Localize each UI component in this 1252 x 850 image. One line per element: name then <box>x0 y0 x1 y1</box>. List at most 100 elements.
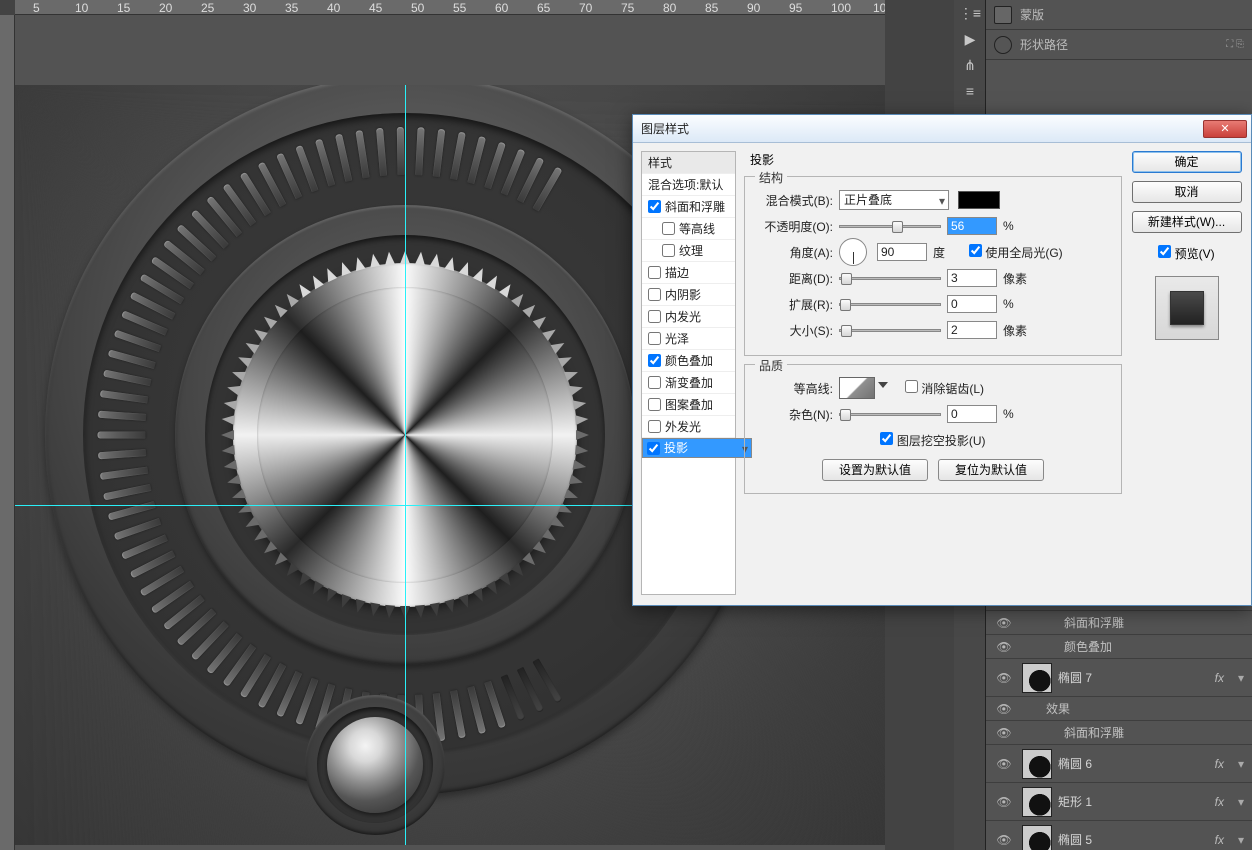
layer-style-dialog: 图层样式 ✕ 样式 混合选项:默认 斜面和浮雕 等高线 纹理 描边 内阴影 内发… <box>632 114 1252 606</box>
layer-row[interactable]: 👁椭圆 5fx▾ <box>986 820 1252 850</box>
style-stroke[interactable]: 描边 <box>642 262 735 284</box>
ok-button[interactable]: 确定 <box>1132 151 1242 173</box>
link-icon[interactable]: ⛶ ⎘ <box>1226 39 1244 50</box>
size-input[interactable]: 2 <box>947 321 997 339</box>
styles-list: 样式 混合选项:默认 斜面和浮雕 等高线 纹理 描边 内阴影 内发光 光泽 颜色… <box>641 151 736 595</box>
layer-name: 椭圆 7 <box>1058 669 1092 686</box>
style-color-overlay[interactable]: 颜色叠加 <box>642 350 735 372</box>
contour-checkbox[interactable] <box>662 222 675 235</box>
shape-path-row[interactable]: 形状路径 ⛶ ⎘ <box>986 30 1252 60</box>
layer-bevel-row[interactable]: 👁斜面和浮雕 <box>986 720 1252 744</box>
mask-label: 蒙版 <box>1020 6 1044 23</box>
fx-badge[interactable]: fx <box>1215 795 1224 809</box>
inner-glow-checkbox[interactable] <box>648 310 661 323</box>
guide-vertical[interactable] <box>405 85 406 845</box>
dialog-titlebar[interactable]: 图层样式 ✕ <box>633 115 1251 143</box>
distance-slider[interactable] <box>839 277 941 280</box>
layer-effects-row[interactable]: 👁效果 <box>986 696 1252 720</box>
style-pattern-overlay[interactable]: 图案叠加 <box>642 394 735 416</box>
close-button[interactable]: ✕ <box>1203 120 1247 138</box>
antialias-checkbox[interactable]: 消除锯齿(L) <box>905 380 984 397</box>
shadow-color-swatch[interactable] <box>958 191 1000 209</box>
layer-thumb <box>1022 749 1052 779</box>
opacity-input[interactable]: 56 <box>947 217 997 235</box>
reset-default-button[interactable]: 复位为默认值 <box>938 459 1044 481</box>
shape-icon <box>994 36 1012 54</box>
visibility-icon[interactable]: 👁 <box>992 833 1016 847</box>
panel-icon[interactable]: ⋮≡ <box>954 0 986 26</box>
contour-picker[interactable] <box>839 377 875 399</box>
dialog-title: 图层样式 <box>641 120 689 137</box>
brush-icon[interactable]: ⋔ <box>954 52 986 78</box>
blend-mode-select[interactable]: 正片叠底 <box>839 190 949 210</box>
cancel-button[interactable]: 取消 <box>1132 181 1242 203</box>
angle-unit: 度 <box>933 244 963 261</box>
style-texture[interactable]: 纹理 <box>642 240 735 262</box>
size-slider[interactable] <box>839 329 941 332</box>
pattern-overlay-checkbox[interactable] <box>648 398 661 411</box>
chevron-down-icon[interactable]: ▾ <box>1238 671 1244 685</box>
stroke-checkbox[interactable] <box>648 266 661 279</box>
chevron-down-icon[interactable]: ▾ <box>1238 795 1244 809</box>
options-icon[interactable]: ≡ <box>954 78 986 104</box>
set-default-button[interactable]: 设置为默认值 <box>822 459 928 481</box>
distance-unit: 像素 <box>1003 270 1033 287</box>
style-outer-glow[interactable]: 外发光 <box>642 416 735 438</box>
fx-badge[interactable]: fx <box>1215 833 1224 847</box>
structure-legend: 结构 <box>755 169 787 186</box>
spread-input[interactable]: 0 <box>947 295 997 313</box>
style-bevel[interactable]: 斜面和浮雕 <box>642 196 735 218</box>
blend-options-row[interactable]: 混合选项:默认 <box>642 174 735 196</box>
visibility-icon[interactable]: 👁 <box>992 757 1016 771</box>
angle-dial[interactable] <box>839 238 867 266</box>
ruler-vertical <box>0 15 15 850</box>
drop-shadow-checkbox[interactable] <box>647 442 660 455</box>
mask-panel-row[interactable]: 蒙版 <box>986 0 1252 30</box>
noise-input[interactable]: 0 <box>947 405 997 423</box>
noise-slider[interactable] <box>839 413 941 416</box>
styles-header[interactable]: 样式 <box>642 152 735 174</box>
visibility-icon[interactable]: 👁 <box>992 640 1016 654</box>
texture-checkbox[interactable] <box>662 244 675 257</box>
opacity-unit: % <box>1003 219 1033 233</box>
new-style-button[interactable]: 新建样式(W)... <box>1132 211 1242 233</box>
inner-shadow-checkbox[interactable] <box>648 288 661 301</box>
distance-input[interactable]: 3 <box>947 269 997 287</box>
layer-thumb <box>1022 663 1052 693</box>
opacity-slider[interactable] <box>839 225 941 228</box>
layer-row[interactable]: 👁矩形 1fx▾ <box>986 782 1252 820</box>
bevel-checkbox[interactable] <box>648 200 661 213</box>
layer-name: 椭圆 6 <box>1058 755 1092 772</box>
noise-label: 杂色(N): <box>755 406 833 423</box>
style-satin[interactable]: 光泽 <box>642 328 735 350</box>
visibility-icon[interactable]: 👁 <box>992 671 1016 685</box>
grad-overlay-checkbox[interactable] <box>648 376 661 389</box>
preview-checkbox[interactable]: 预览(V) <box>1158 245 1214 262</box>
fx-badge[interactable]: fx <box>1215 757 1224 771</box>
knockout-checkbox[interactable]: 图层挖空投影(U) <box>880 432 985 449</box>
style-inner-shadow[interactable]: 内阴影 <box>642 284 735 306</box>
effect-color-overlay[interactable]: 👁颜色叠加 <box>986 634 1252 658</box>
fx-badge[interactable]: fx <box>1215 671 1224 685</box>
visibility-icon[interactable]: 👁 <box>992 616 1016 630</box>
layer-row[interactable]: 👁 椭圆 7 fx ▾ <box>986 658 1252 696</box>
style-inner-glow[interactable]: 内发光 <box>642 306 735 328</box>
effect-bevel[interactable]: 👁斜面和浮雕 <box>986 610 1252 634</box>
style-drop-shadow[interactable]: 投影 <box>642 438 752 458</box>
global-light-checkbox[interactable]: 使用全局光(G) <box>969 244 1063 261</box>
outer-glow-checkbox[interactable] <box>648 420 661 433</box>
section-title-shadow: 投影 <box>744 151 1122 168</box>
layer-row[interactable]: 👁 椭圆 6 fx ▾ <box>986 744 1252 782</box>
spread-slider[interactable] <box>839 303 941 306</box>
style-gradient-overlay[interactable]: 渐变叠加 <box>642 372 735 394</box>
style-contour[interactable]: 等高线 <box>642 218 735 240</box>
angle-input[interactable]: 90 <box>877 243 927 261</box>
satin-checkbox[interactable] <box>648 332 661 345</box>
chevron-down-icon[interactable]: ▾ <box>1238 833 1244 847</box>
play-icon[interactable]: ▶ <box>954 26 986 52</box>
visibility-icon[interactable]: 👁 <box>992 795 1016 809</box>
spread-label: 扩展(R): <box>755 296 833 313</box>
color-overlay-checkbox[interactable] <box>648 354 661 367</box>
chevron-down-icon[interactable]: ▾ <box>1238 757 1244 771</box>
dialog-buttons: 确定 取消 新建样式(W)... 预览(V) <box>1130 151 1243 595</box>
